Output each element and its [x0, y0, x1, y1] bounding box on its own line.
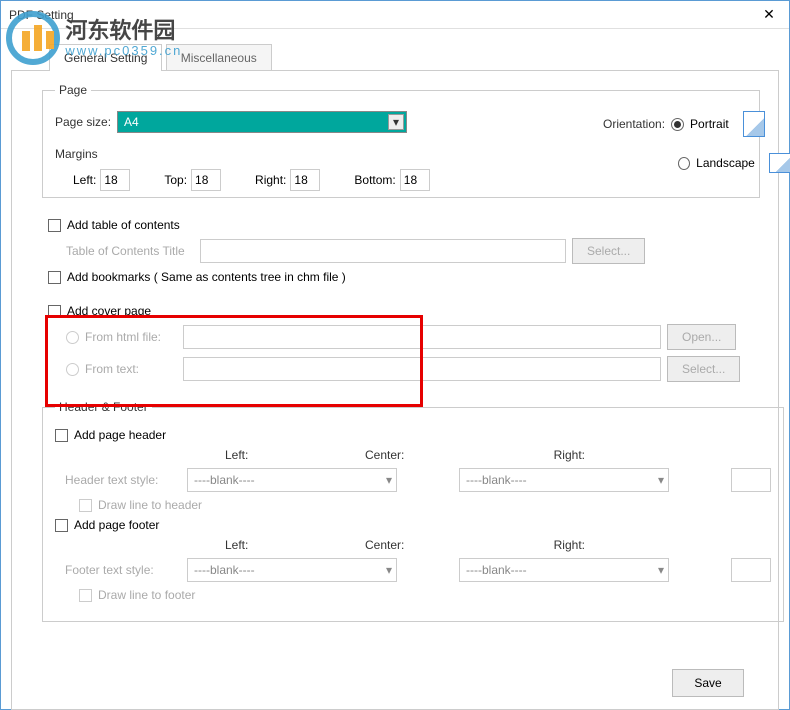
footer-right-combo[interactable]: [731, 558, 771, 582]
footer-left-combo[interactable]: ----blank----▾: [187, 558, 397, 582]
toc-title-label: Table of Contents Title: [66, 244, 194, 258]
draw-footer-label: Draw line to footer: [98, 588, 195, 602]
from-text-input[interactable]: [183, 357, 661, 381]
draw-header-label: Draw line to header: [98, 498, 202, 512]
from-text-label: From text:: [85, 362, 177, 376]
margin-left-input[interactable]: [100, 169, 130, 191]
titlebar: PDF Setting ✕: [1, 1, 789, 29]
chevron-down-icon: ▾: [386, 563, 392, 577]
footer-style-label: Footer text style:: [65, 563, 175, 577]
header-center-combo[interactable]: ----blank----▾: [459, 468, 669, 492]
save-button[interactable]: Save: [672, 669, 744, 697]
page-legend: Page: [55, 83, 91, 97]
open-button[interactable]: Open...: [667, 324, 736, 350]
toc-title-input[interactable]: [200, 239, 566, 263]
checkbox-draw-footer-line[interactable]: [79, 589, 92, 602]
tab-strip: General Setting Miscellaneous: [49, 43, 789, 70]
checkbox-add-bookmarks[interactable]: [48, 271, 61, 284]
tab-general-setting[interactable]: General Setting: [49, 44, 162, 71]
tab-content: Page Page size: A4 ▾ Orientation: Portra…: [11, 70, 779, 710]
landscape-icon: [769, 153, 790, 173]
from-html-input[interactable]: [183, 325, 661, 349]
chevron-down-icon: ▾: [386, 473, 392, 487]
add-bookmarks-label: Add bookmarks ( Same as contents tree in…: [67, 270, 346, 284]
header-columns: Left: Center: Right:: [55, 448, 771, 462]
tab-miscellaneous[interactable]: Miscellaneous: [166, 44, 272, 71]
header-footer-fieldset: Header & Footer Add page header Left: Ce…: [42, 400, 784, 622]
footer-center-combo[interactable]: ----blank----▾: [459, 558, 669, 582]
footer-columns: Left: Center: Right:: [55, 538, 771, 552]
cover-select-button[interactable]: Select...: [667, 356, 740, 382]
add-header-label: Add page header: [74, 428, 166, 442]
from-html-label: From html file:: [85, 330, 177, 344]
chevron-down-icon: ▾: [658, 473, 664, 487]
chevron-down-icon: ▾: [388, 114, 404, 130]
header-right-combo[interactable]: [731, 468, 771, 492]
orientation-group: Orientation: Portrait Landscape: [603, 111, 790, 189]
header-style-label: Header text style:: [65, 473, 175, 487]
margin-bottom-input[interactable]: [400, 169, 430, 191]
orientation-label: Orientation:: [603, 117, 665, 131]
checkbox-add-toc[interactable]: [48, 219, 61, 232]
add-footer-label: Add page footer: [74, 518, 159, 532]
radio-landscape[interactable]: [678, 157, 690, 170]
window-title: PDF Setting: [9, 8, 757, 22]
page-fieldset: Page Page size: A4 ▾ Orientation: Portra…: [42, 83, 760, 198]
margin-right-input[interactable]: [290, 169, 320, 191]
portrait-label: Portrait: [690, 117, 729, 131]
hf-legend: Header & Footer: [55, 400, 152, 414]
radio-from-text[interactable]: [66, 363, 79, 376]
landscape-label: Landscape: [696, 156, 755, 170]
add-toc-label: Add table of contents: [67, 218, 180, 232]
portrait-icon: [743, 111, 765, 137]
close-icon[interactable]: ✕: [757, 3, 781, 27]
radio-from-html[interactable]: [66, 331, 79, 344]
add-cover-label: Add cover page: [67, 304, 151, 318]
margin-top-input[interactable]: [191, 169, 221, 191]
checkbox-add-header[interactable]: [55, 429, 68, 442]
checkbox-add-cover[interactable]: [48, 305, 61, 318]
checkbox-draw-header-line[interactable]: [79, 499, 92, 512]
radio-portrait[interactable]: [671, 118, 684, 131]
chevron-down-icon: ▾: [658, 563, 664, 577]
page-size-select[interactable]: A4 ▾: [117, 111, 407, 133]
toc-select-button[interactable]: Select...: [572, 238, 645, 264]
page-size-label: Page size:: [55, 115, 111, 129]
checkbox-add-footer[interactable]: [55, 519, 68, 532]
header-left-combo[interactable]: ----blank----▾: [187, 468, 397, 492]
